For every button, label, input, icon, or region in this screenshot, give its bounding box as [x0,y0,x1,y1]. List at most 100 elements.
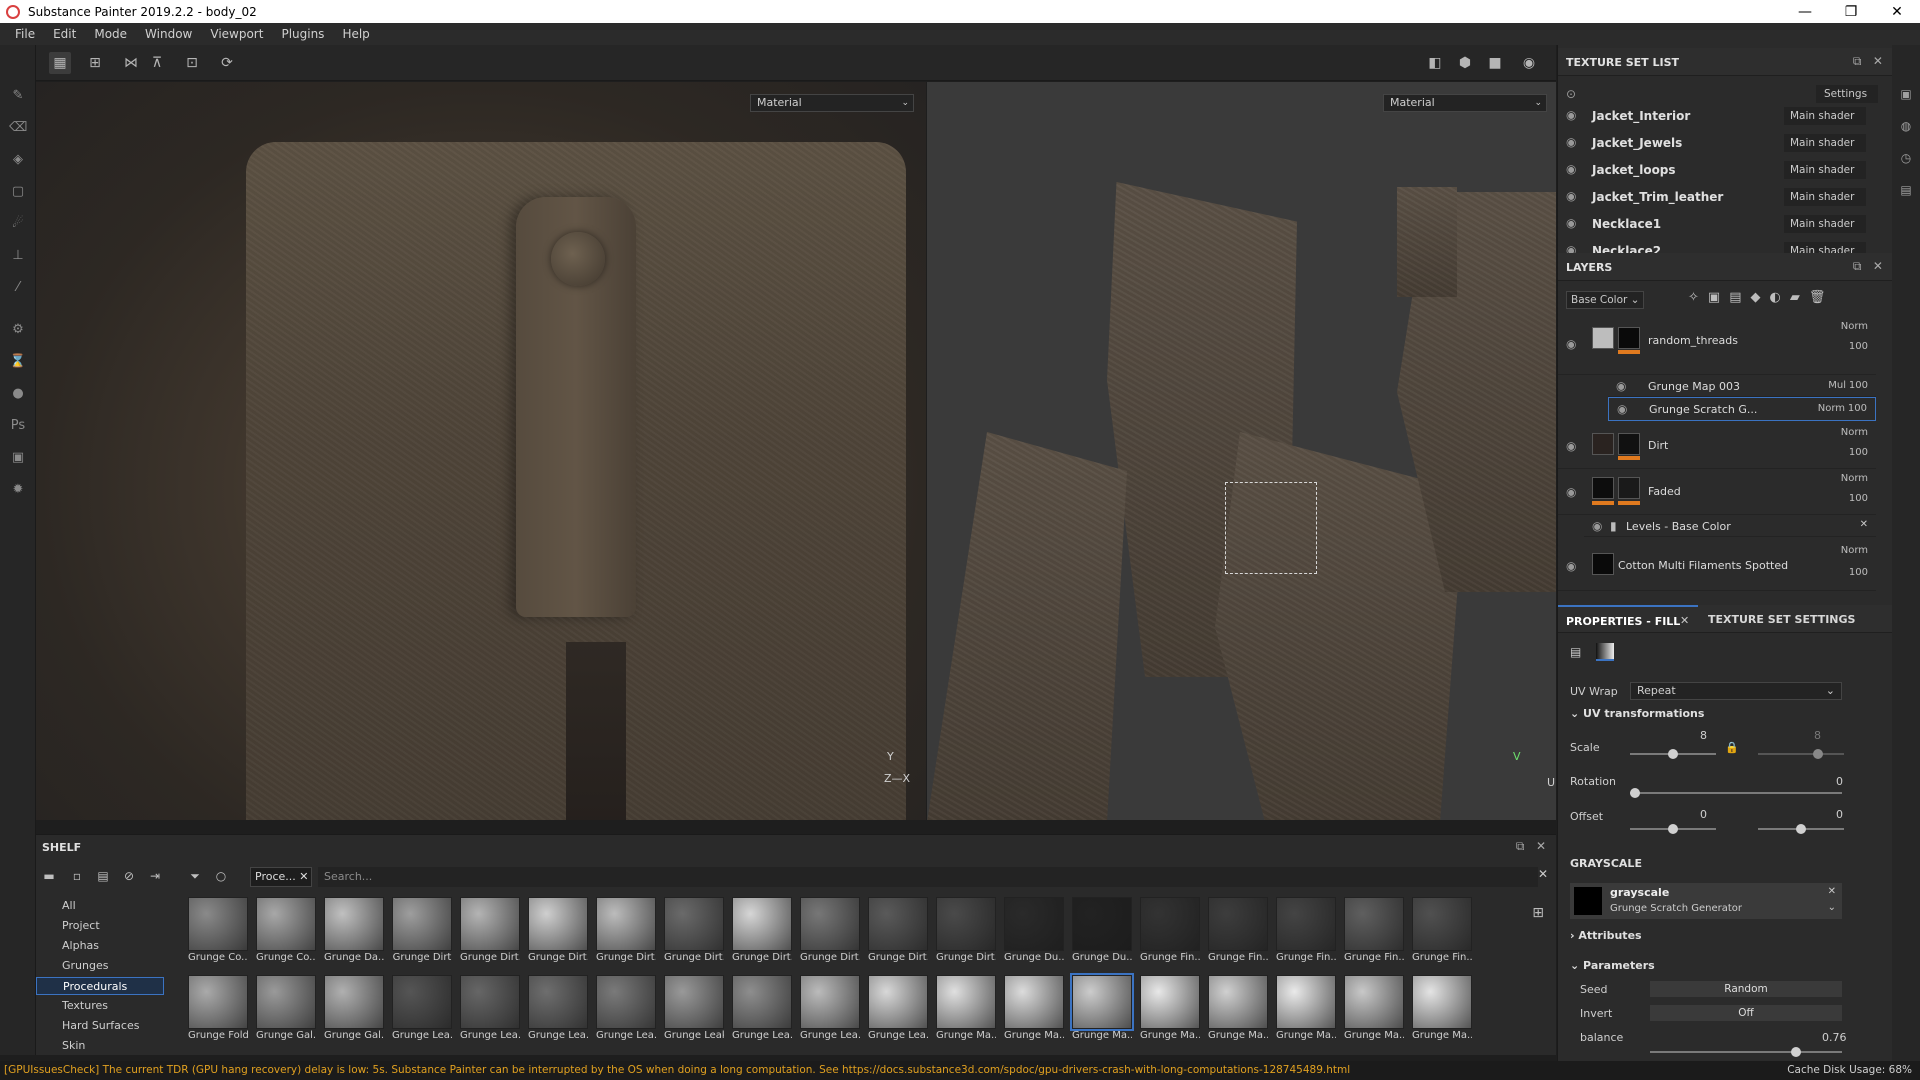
category-all[interactable]: All [36,897,164,915]
invert-toggle[interactable]: Off [1650,1005,1842,1021]
viewport-2d-mode-select[interactable]: Material ⌄ [1383,94,1547,112]
offset-slider-u[interactable] [1630,824,1716,834]
balance-slider[interactable] [1650,1047,1842,1057]
shader-select[interactable]: Main shader ⌄ [1784,188,1866,221]
shelf-thumbnail[interactable]: Grunge Ma... [1276,975,1336,1043]
shelf-thumbnail[interactable]: Grunge Fin... [1208,897,1268,965]
symmetry-icon[interactable]: ⋈ [120,52,142,74]
menu-viewport[interactable]: Viewport [201,27,272,41]
close-button[interactable]: ✕ [1874,4,1920,20]
opacity-value[interactable]: 100 [1849,447,1868,458]
history-icon[interactable]: ⟳ [216,52,238,74]
filter-tag[interactable]: Proce... ✕ [250,867,312,887]
category-procedurals[interactable]: Procedurals [36,977,164,995]
shelf-thumbnail[interactable]: Grunge Lea... [596,975,656,1043]
shelf-thumbnail[interactable]: Grunge Ma... [1070,973,1134,1043]
texture-set-row[interactable]: ◉ Jacket_Jewels Main shader ⌄ [1558,132,1878,167]
viewport-3d[interactable]: Material ⌄ Y Z—X [36,82,926,820]
opacity-value[interactable]: 100 [1849,380,1868,391]
shelf-thumbnail[interactable]: Grunge Lea... [392,975,452,1043]
shader-select[interactable]: Main shader ⌄ [1784,215,1866,248]
shelf-thumbnail[interactable]: Grunge Dirt... [596,897,656,965]
layout-single-icon[interactable]: ▦ [49,52,71,74]
history-panel-icon[interactable]: ◷ [1898,151,1914,167]
add-paint-layer-icon[interactable]: ▣ [1708,290,1729,305]
shelf-thumbnail[interactable]: Grunge Ma... [1344,975,1404,1043]
settings-tool-icon[interactable]: ⚙ [9,321,27,339]
eraser-icon[interactable]: ⌫ [9,119,27,137]
texture-set-row[interactable]: ◉ Jacket_Trim_leather Main shader ⌄ [1558,186,1878,221]
shelf-thumbnail[interactable]: Grunge Lea... [800,975,860,1043]
eye-icon[interactable]: ◉ [1617,402,1627,416]
shelf-thumbnail[interactable]: Grunge Fin... [1344,897,1404,965]
layer-faded[interactable]: ◉ Faded Norm 100 [1558,469,1876,515]
eye-icon[interactable]: ◉ [1566,216,1576,230]
plugin-gear-icon[interactable]: ✹ [9,481,27,499]
eye-icon[interactable]: ◉ [1566,337,1576,351]
shelf-thumbnail[interactable]: Grunge Co... [256,897,316,965]
log-icon[interactable]: ▤ [1898,183,1914,199]
align-icon[interactable]: ⊼ [146,52,168,74]
eye-icon[interactable]: ◉ [1566,162,1576,176]
category-grunges[interactable]: Grunges [36,957,164,975]
effect-grunge-scratch[interactable]: ◉ Grunge Scratch G... Norm 100 [1608,397,1876,421]
texture-set-settings-button[interactable]: Settings [1816,85,1878,103]
blend-mode[interactable]: Norm [1841,545,1868,556]
shelf-thumbnail[interactable]: Grunge Dirt... [936,897,996,965]
eye-icon[interactable]: ◉ [1616,379,1626,393]
grayscale-icon[interactable] [1596,643,1614,661]
menu-help[interactable]: Help [333,27,378,41]
menu-edit[interactable]: Edit [44,27,85,41]
shelf-thumbnail[interactable]: Grunge Ma... [1208,975,1268,1043]
tab-properties-fill[interactable]: PROPERTIES - FILL ✕ [1558,605,1698,633]
uv-transform-gizmo[interactable] [1225,482,1317,574]
layer-cotton-filaments[interactable]: ◉ Cotton Multi Filaments Spotted Norm 10… [1558,539,1876,591]
uv-transformations-row[interactable]: ⌄ UV transformations [1570,707,1870,720]
fill-settings-icon[interactable]: ▤ [1570,645,1586,661]
new-file-icon[interactable]: ▫ [68,867,86,885]
split-view-icon[interactable]: ◧ [1424,52,1446,74]
3d-cube-icon[interactable]: ⬢ [1454,52,1476,74]
category-project[interactable]: Project [36,917,164,935]
add-mask-icon[interactable]: ◐ [1770,290,1790,305]
remove-tag-icon[interactable]: ✕ [299,870,308,883]
shader-select[interactable]: Main shader ⌄ [1784,161,1866,194]
shelf-thumbnail[interactable]: Grunge Dirt... [800,897,860,965]
projection-icon[interactable]: ◈ [9,151,27,169]
add-effect-icon[interactable]: ◆ [1751,290,1770,305]
chevron-down-icon[interactable]: ⌄ [1828,902,1836,913]
effect-grunge-map-003[interactable]: ◉ Grunge Map 003 Mul 100 [1608,375,1876,397]
undock-icon[interactable]: ⧉ [1516,839,1525,853]
remove-effect-icon[interactable]: ✕ [1860,519,1868,530]
menu-plugins[interactable]: Plugins [272,27,333,41]
shelf-thumbnail[interactable]: Grunge Fin... [1140,897,1200,965]
screenshot-icon[interactable]: ▣ [9,449,27,467]
eye-icon[interactable]: ◉ [1566,559,1576,573]
display-settings-icon[interactable]: ▣ [1898,87,1914,103]
filter-icon[interactable]: ⏷ [186,867,204,885]
layer-dirt[interactable]: ◉ Dirt Norm 100 [1558,423,1876,469]
shelf-thumbnail[interactable]: Grunge Fin... [1412,897,1472,965]
bake-icon[interactable]: ⌛ [9,353,27,371]
add-fill-layer-icon[interactable]: ▤ [1729,290,1750,305]
rotation-slider[interactable] [1630,788,1842,798]
eye-icon[interactable]: ◉ [1566,485,1576,499]
menu-window[interactable]: Window [136,27,201,41]
texture-set-eye-icon[interactable]: ⊙ [1566,87,1576,101]
wand-icon[interactable]: ✧ [1688,290,1708,305]
shelf-thumbnail[interactable]: Grunge Dirt... [868,897,928,965]
blend-mode[interactable]: Norm [1841,473,1868,484]
close-tab-icon[interactable]: ✕ [1680,614,1689,627]
tab-texture-set-settings[interactable]: TEXTURE SET SETTINGS [1708,613,1855,626]
category-textures[interactable]: Textures [36,997,164,1015]
minimize-button[interactable]: — [1782,4,1828,20]
blend-mode[interactable]: Norm [1818,403,1845,414]
menu-mode[interactable]: Mode [85,27,136,41]
panel-close-icon[interactable]: ⧉ ✕ [1853,259,1883,274]
scale-slider-2[interactable] [1758,749,1844,759]
shelf-thumbnail[interactable]: Grunge Dirt... [460,897,520,965]
photoshop-export-icon[interactable]: Ps [9,417,27,435]
shelf-thumbnail[interactable]: Grunge Co... [188,897,248,965]
frame-icon[interactable]: ⊡ [181,52,203,74]
grayscale-resource[interactable]: grayscale Grunge Scratch Generator ✕ ⌄ [1570,883,1842,919]
